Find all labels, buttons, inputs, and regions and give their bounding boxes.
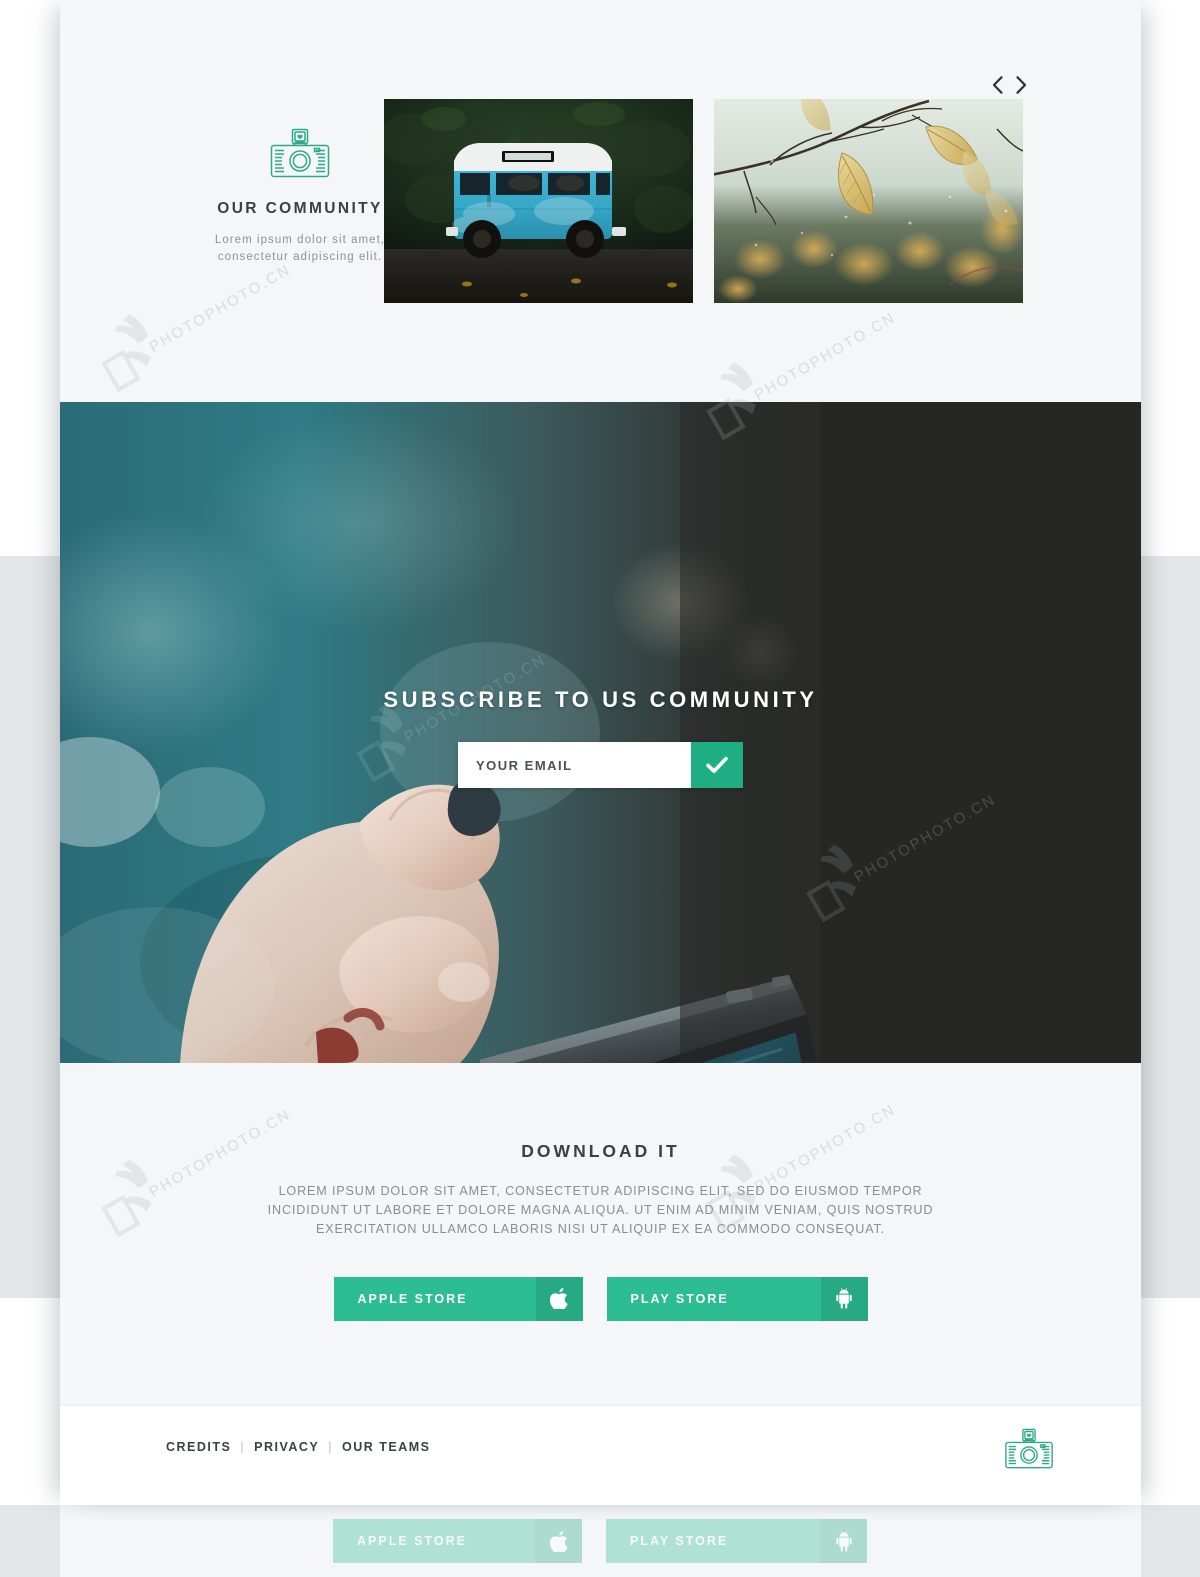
footer-link-credits[interactable]: CREDITS <box>166 1440 231 1454</box>
carousel-nav <box>990 72 1028 98</box>
carousel-slide-van[interactable] <box>384 99 693 303</box>
download-title: DOWNLOAD IT <box>521 1141 680 1161</box>
play-store-button[interactable]: PLAY STORE <box>606 1276 868 1321</box>
email-input[interactable] <box>458 742 691 788</box>
community-section: OUR COMMUNITY Lorem ipsum dolor sit amet… <box>60 0 1141 402</box>
ghost-apple-store-button: APPLE STORE <box>333 1519 582 1563</box>
footer-logo[interactable] <box>1003 1428 1055 1479</box>
subscribe-section: SUBSCRIBE TO US COMMUNITY <box>60 402 1141 1063</box>
ghost-apple-store-label: APPLE STORE <box>357 1534 467 1548</box>
subscribe-content: SUBSCRIBE TO US COMMUNITY <box>60 687 1141 788</box>
footer-links: CREDITS | PRIVACY | OUR TEAMS <box>166 1440 431 1454</box>
check-icon <box>706 756 728 773</box>
page-root: APPLE STORE PLAY STORE OUR COMMUNITY Lor… <box>0 0 1200 1577</box>
android-icon <box>820 1276 868 1321</box>
footer-link-privacy[interactable]: PRIVACY <box>254 1440 319 1454</box>
carousel-prev-button[interactable] <box>990 72 1004 98</box>
footer-separator-1: | <box>240 1440 246 1454</box>
footer-separator-2: | <box>328 1440 334 1454</box>
apple-icon <box>535 1519 582 1563</box>
carousel-slides <box>384 99 1023 303</box>
chevron-right-icon <box>1015 76 1026 94</box>
apple-store-label: APPLE STORE <box>357 1291 468 1306</box>
android-icon <box>820 1519 867 1563</box>
subscribe-form <box>458 742 743 788</box>
play-store-label: PLAY STORE <box>630 1291 729 1306</box>
page-footer: CREDITS | PRIVACY | OUR TEAMS <box>60 1405 1141 1505</box>
subscribe-submit-button[interactable] <box>691 742 743 788</box>
download-section: DOWNLOAD IT LOREM IPSUM DOLOR SIT AMET, … <box>60 1063 1141 1405</box>
ghost-store-row: APPLE STORE PLAY STORE <box>0 1519 1200 1563</box>
subscribe-title: SUBSCRIBE TO US COMMUNITY <box>383 687 818 712</box>
footer-link-our-teams[interactable]: OUR TEAMS <box>342 1440 431 1454</box>
apple-icon <box>535 1276 583 1321</box>
carousel-next-button[interactable] <box>1014 72 1028 98</box>
page-bottom-ghost-strip: APPLE STORE PLAY STORE <box>0 1505 1200 1577</box>
apple-store-button[interactable]: APPLE STORE <box>333 1276 583 1321</box>
carousel-slide-leaves[interactable] <box>714 99 1023 303</box>
chevron-left-icon <box>992 76 1003 94</box>
ghost-play-store-label: PLAY STORE <box>630 1534 729 1548</box>
camera-heart-icon <box>1005 1428 1053 1469</box>
camera-heart-icon <box>270 128 330 178</box>
page-column: OUR COMMUNITY Lorem ipsum dolor sit amet… <box>60 0 1141 1505</box>
store-buttons-row: APPLE STORE PLAY STORE <box>60 1276 1141 1321</box>
download-body-text: LOREM IPSUM DOLOR SIT AMET, CONSECTETUR … <box>267 1184 934 1236</box>
ghost-play-store-button: PLAY STORE <box>606 1519 867 1563</box>
